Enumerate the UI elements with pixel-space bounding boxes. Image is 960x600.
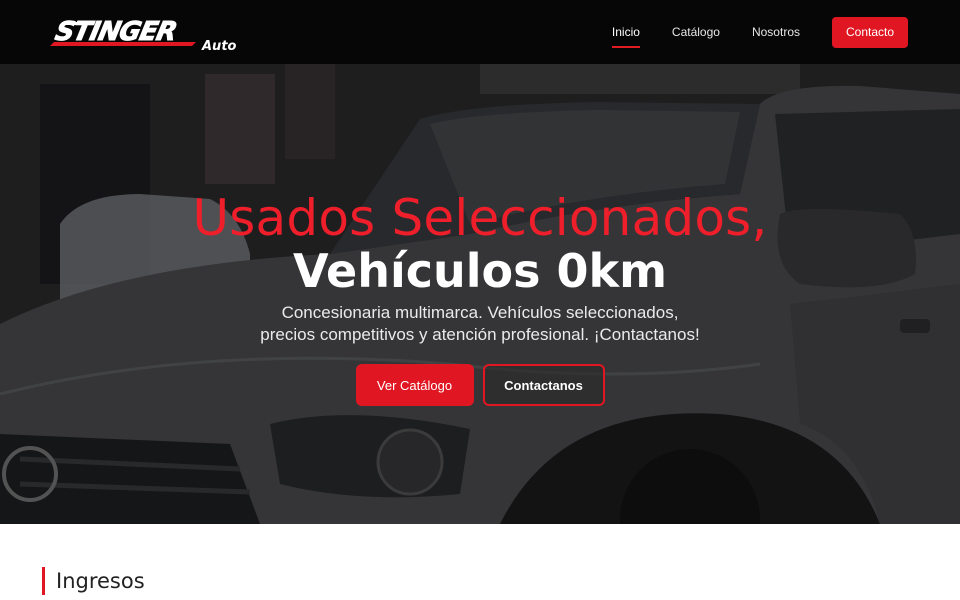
contact-us-button[interactable]: Contactanos bbox=[482, 364, 605, 406]
logo-sub-text: Auto bbox=[201, 39, 237, 52]
hero-content: Usados Seleccionados, Vehículos 0km Conc… bbox=[0, 192, 960, 406]
contact-button[interactable]: Contacto bbox=[832, 16, 908, 48]
section-accent-bar bbox=[42, 567, 45, 595]
nav-item-catalogo[interactable]: Catálogo bbox=[672, 21, 720, 43]
section-title: Ingresos bbox=[56, 569, 145, 593]
hero-title-line1: Usados Seleccionados, bbox=[192, 189, 768, 247]
nav-item-inicio[interactable]: Inicio bbox=[611, 21, 640, 48]
section-heading: Ingresos bbox=[42, 567, 145, 595]
brand-logo-graphic: STINGER Auto bbox=[50, 17, 237, 52]
catalog-button[interactable]: Ver Catálogo bbox=[355, 364, 474, 406]
hero-title-line2: Vehículos 0km bbox=[292, 244, 668, 298]
header: STINGER Auto Inicio Catálogo Nosotros Co… bbox=[0, 0, 960, 64]
nav-item-nosotros[interactable]: Nosotros bbox=[752, 21, 800, 43]
brand-logo[interactable]: STINGER Auto bbox=[46, 12, 260, 52]
hero-subtitle: Concesionaria multimarca. Vehículos sele… bbox=[260, 303, 700, 344]
logo-main-text: STINGER bbox=[53, 17, 179, 47]
main-nav: Inicio Catálogo Nosotros Contacto bbox=[580, 0, 908, 64]
hero-section: Usados Seleccionados, Vehículos 0km Conc… bbox=[0, 64, 960, 524]
hero-buttons: Ver Catálogo Contactanos bbox=[0, 364, 960, 406]
